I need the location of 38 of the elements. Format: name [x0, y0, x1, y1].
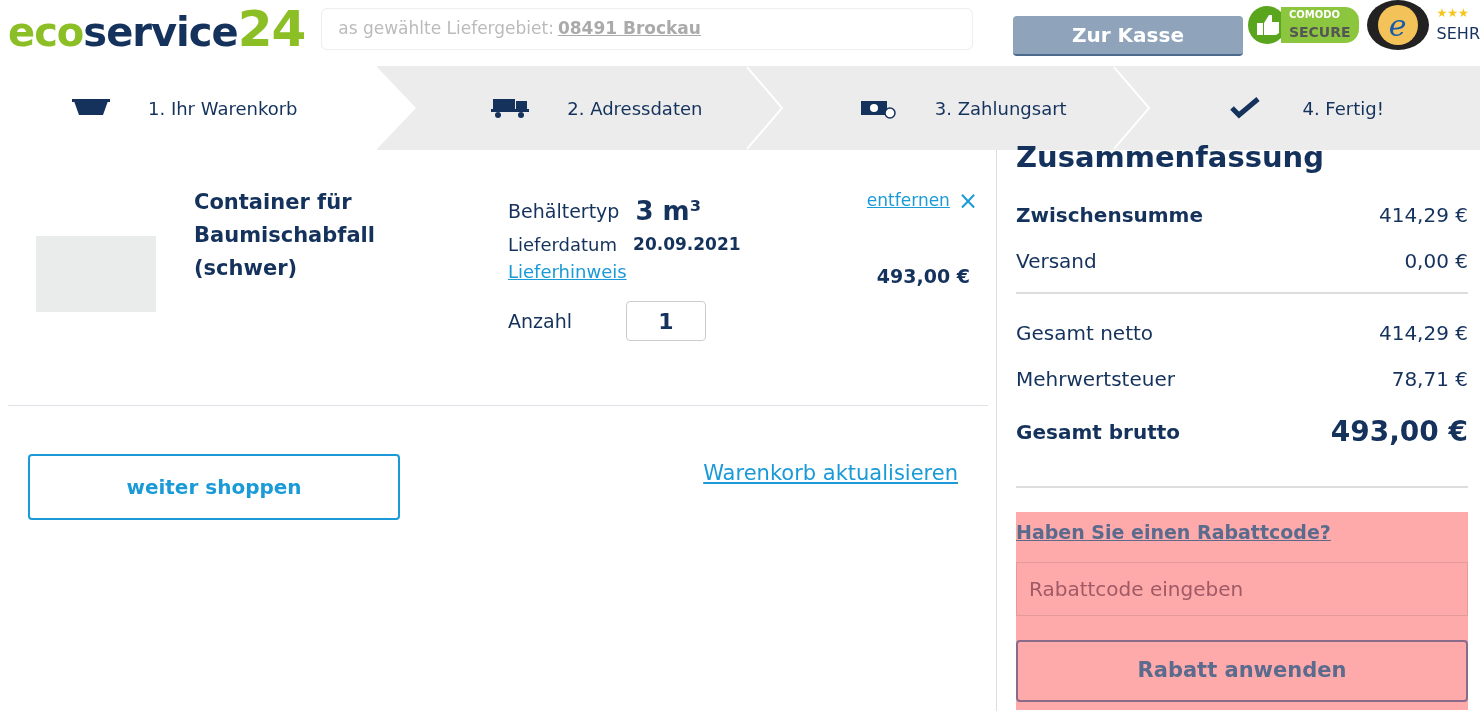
property-label: Lieferdatum — [508, 233, 618, 257]
item-price: 493,00 € — [876, 263, 970, 289]
rating-text: SEHR — [1436, 23, 1480, 45]
summary-label: Mehrwertsteuer — [1016, 365, 1175, 393]
truck-icon — [491, 97, 530, 119]
property-value: 20.09.2021 — [633, 232, 741, 256]
notice-text: as gewählte Liefergebiet: — [338, 17, 554, 41]
close-icon[interactable]: × — [957, 188, 978, 213]
summary-label: Zwischensumme — [1016, 201, 1204, 229]
star-icon: ★ — [1447, 4, 1459, 22]
summary-label: Gesamt netto — [1016, 319, 1154, 347]
summary-value: 0,00 € — [1404, 247, 1468, 275]
property-label: Behältertyp — [508, 199, 620, 225]
apply-discount-button[interactable]: Rabatt anwenden — [1016, 640, 1468, 702]
delivery-note-link[interactable]: Lieferhinweis — [508, 258, 627, 285]
logo[interactable]: ecoservice24 — [8, 4, 306, 54]
continue-shopping-button[interactable]: weiter shoppen — [28, 454, 400, 520]
summary-label: Gesamt brutto — [1016, 418, 1181, 446]
seal-text: SECURE — [1288, 23, 1351, 42]
product-name: Container für Baumischabfall (schwer) — [194, 189, 376, 282]
summary-value: 493,00 € — [1330, 413, 1468, 450]
discount-code-link[interactable]: Haben Sie einen Rabattcode? — [1016, 520, 1331, 543]
summary-value: 414,29 € — [1378, 319, 1468, 347]
checkout-button[interactable]: Zur Kasse — [1013, 16, 1243, 56]
summary-value: 414,29 € — [1378, 201, 1468, 229]
update-cart-link[interactable]: Warenkorb aktualisieren — [703, 458, 958, 490]
seal-text: COMODO — [1288, 8, 1342, 22]
discount-code-field[interactable]: Rabattcode eingeben — [1016, 562, 1468, 616]
remove-link[interactable]: entfernen — [866, 188, 950, 214]
summary-value: 78,71 € — [1391, 365, 1468, 393]
quantity-label: Anzahl — [508, 308, 572, 334]
area-link[interactable]: 08491 Brockau — [557, 16, 701, 42]
property-value: 3 m³ — [635, 195, 702, 228]
quantity-field[interactable]: 1 — [626, 301, 706, 341]
star-icon: ★ — [1458, 4, 1469, 22]
seal-letter: e — [1388, 6, 1407, 45]
summary-label: Versand — [1016, 247, 1097, 275]
star-icon: ★ — [1436, 4, 1448, 22]
